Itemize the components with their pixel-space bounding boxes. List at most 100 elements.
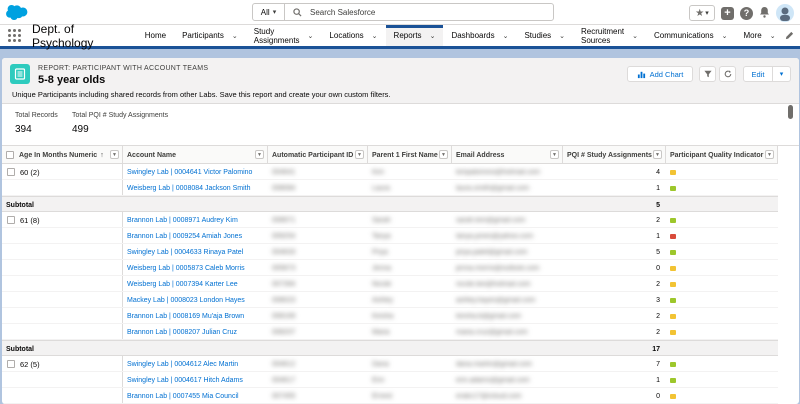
- account-name-link[interactable]: Brannon Lab | 0008971 Audrey Kim: [123, 212, 268, 228]
- table-row: Swingley Lab | 0004641 Victor Palomino 00…: [2, 164, 778, 180]
- account-name-link[interactable]: Brannon Lab | 0009254 Amiah Jones: [123, 228, 268, 244]
- chevron-down-icon[interactable]: ⌄: [632, 32, 638, 40]
- column-menu-icon[interactable]: ▼: [255, 150, 264, 159]
- nav-tab-studies[interactable]: Studies ⌄: [516, 25, 573, 46]
- email-link[interactable]: erin.adams@gmail.com: [452, 372, 563, 388]
- parent-first-name: Nicole: [372, 280, 392, 288]
- account-name-link[interactable]: Mackey Lab | 0008023 London Hayes: [123, 292, 268, 308]
- email-link[interactable]: laura.smith@gmail.com: [452, 180, 563, 196]
- column-menu-icon[interactable]: ▼: [550, 150, 559, 159]
- account-name-link[interactable]: Weisberg Lab | 0008084 Jackson Smith: [123, 180, 268, 196]
- nav-tab-home[interactable]: Home: [137, 25, 174, 46]
- account-name-link[interactable]: Brannon Lab | 0008169 Mu'aja Brown: [123, 308, 268, 324]
- chevron-down-icon[interactable]: ⌄: [503, 32, 509, 40]
- chevron-down-icon[interactable]: ⌄: [372, 32, 378, 40]
- column-menu-icon[interactable]: ▼: [653, 150, 662, 159]
- global-actions-plus-icon[interactable]: +: [721, 6, 734, 20]
- column-header[interactable]: Email Address ▼: [452, 146, 563, 164]
- report-panel: REPORT: PARTICIPANT WITH ACCOUNT TEAMS 5…: [2, 58, 799, 404]
- column-header[interactable]: Account Name ▼: [123, 146, 268, 164]
- email-link[interactable]: ashley.hayes@gmail.com: [452, 292, 563, 308]
- refresh-icon: [724, 70, 731, 78]
- refresh-button[interactable]: [719, 66, 736, 82]
- parent-first-name: Kim: [372, 168, 385, 176]
- account-name-link[interactable]: Brannon Lab | 0007455 Mia Council: [123, 388, 268, 404]
- table-scrollbar[interactable]: [788, 105, 794, 345]
- nav-tab-label: More: [743, 31, 762, 40]
- search-scope-select[interactable]: All ▾: [253, 4, 285, 20]
- nav-tab-label: Reports: [393, 31, 422, 40]
- account-name-link[interactable]: Swingley Lab | 0004617 Hitch Adams: [123, 372, 268, 388]
- bell-icon[interactable]: [759, 6, 770, 20]
- salesforce-logo-icon[interactable]: [5, 5, 29, 21]
- account-name-link[interactable]: Weisberg Lab | 0005873 Caleb Morris: [123, 260, 268, 276]
- add-chart-button[interactable]: Add Chart: [627, 66, 693, 82]
- nav-tab-participants[interactable]: Participants ⌄: [174, 25, 246, 46]
- chevron-down-icon[interactable]: ⌄: [559, 32, 565, 40]
- email-link[interactable]: dana.martin@gmail.com: [452, 356, 563, 372]
- column-header[interactable]: Parent 1 First Name ▼: [368, 146, 452, 164]
- edit-nav-pencil-icon[interactable]: [784, 29, 796, 43]
- pqi-value: 2: [656, 216, 660, 224]
- select-all-checkbox[interactable]: [6, 151, 14, 159]
- account-name-link[interactable]: Swingley Lab | 0004633 Rinaya Patel: [123, 244, 268, 260]
- nav-tab-label: Dashboards: [451, 31, 495, 40]
- search-input[interactable]: Search Salesforce: [285, 4, 553, 20]
- chevron-down-icon[interactable]: ⌄: [308, 32, 314, 40]
- email-link[interactable]: maria.cruz@gmail.com: [452, 324, 563, 340]
- table-header: Age In Months Numeric ↑ ▼ Account Name ▼ Aut…: [2, 146, 778, 164]
- nav-tab-reports[interactable]: Reports ⌄: [385, 25, 444, 46]
- column-menu-icon[interactable]: ▼: [110, 150, 119, 159]
- nav-tab-locations[interactable]: Locations ⌄: [321, 25, 385, 46]
- chevron-down-icon[interactable]: ⌄: [770, 32, 776, 40]
- quality-indicator-cell: [666, 356, 778, 372]
- email-link[interactable]: tanya.jones@yahoo.com: [452, 228, 563, 244]
- chevron-down-icon[interactable]: ⌄: [232, 32, 238, 40]
- filter-icon: [703, 70, 712, 78]
- email-link[interactable]: nicole.lee@hotmail.com: [452, 276, 563, 292]
- column-menu-icon[interactable]: ▼: [439, 150, 448, 159]
- email-link[interactable]: priya.patel@gmail.com: [452, 244, 563, 260]
- account-name-link[interactable]: Swingley Lab | 0004612 Alec Martin: [123, 356, 268, 372]
- email-link[interactable]: kimpalomino@hotmail.com: [452, 164, 563, 180]
- nav-tab-communications[interactable]: Communications ⌄: [646, 25, 735, 46]
- account-name-link[interactable]: Brannon Lab | 0008207 Julian Cruz: [123, 324, 268, 340]
- nav-tab-study-assignments[interactable]: Study Assignments ⌄: [246, 25, 322, 46]
- email-link[interactable]: keisha.b@gmail.com: [452, 308, 563, 324]
- subtotal-row: Subtotal 5: [2, 196, 778, 212]
- account-name-link[interactable]: Swingley Lab | 0004641 Victor Palomino: [123, 164, 268, 180]
- email-link[interactable]: eratic17@icloud.com: [452, 388, 563, 404]
- help-icon[interactable]: ?: [740, 6, 753, 20]
- email-link[interactable]: jenna.morris@outlook.com: [452, 260, 563, 276]
- nav-tab-dashboards[interactable]: Dashboards ⌄: [443, 25, 516, 46]
- account-name-link[interactable]: Weisberg Lab | 0007394 Karter Lee: [123, 276, 268, 292]
- column-menu-icon[interactable]: ▼: [765, 150, 774, 159]
- parent-first-name: Laura: [372, 184, 390, 192]
- participant-id: 008084: [272, 184, 296, 192]
- chevron-down-icon[interactable]: ⌄: [430, 32, 436, 40]
- chevron-down-icon: ▾: [705, 10, 709, 17]
- filter-button[interactable]: [699, 66, 716, 82]
- column-menu-icon[interactable]: ▼: [355, 150, 364, 159]
- favorites-button[interactable]: ★ ▾: [689, 5, 715, 21]
- nav-tab-more[interactable]: More ⌄: [735, 25, 783, 46]
- column-header[interactable]: PQI # Study Assignments ▼: [563, 146, 666, 164]
- more-actions-button[interactable]: ▾: [773, 66, 791, 82]
- user-avatar[interactable]: [776, 4, 794, 22]
- quality-indicator-cell: [666, 276, 778, 292]
- nav-tab-recruitment-sources[interactable]: Recruitment Sources ⌄: [573, 25, 646, 46]
- chevron-down-icon[interactable]: ⌄: [722, 32, 728, 40]
- participant-id: 008971: [272, 216, 296, 224]
- column-header[interactable]: Age In Months Numeric ↑ ▼: [2, 146, 123, 164]
- pqi-value: 3: [656, 296, 660, 304]
- email-link[interactable]: sarah.kim@gmail.com: [452, 212, 563, 228]
- column-header[interactable]: Automatic Participant ID ▼: [268, 146, 368, 164]
- app-launcher-icon[interactable]: [8, 28, 21, 43]
- column-header[interactable]: Participant Quality Indicator ▼: [666, 146, 778, 164]
- edit-label: Edit: [751, 69, 765, 79]
- scrollbar-thumb[interactable]: [788, 105, 793, 119]
- sort-ascending-icon: ↑: [100, 151, 104, 159]
- quality-flag-icon: [670, 233, 676, 239]
- participant-id: 005873: [272, 264, 296, 272]
- edit-button[interactable]: Edit: [743, 66, 773, 82]
